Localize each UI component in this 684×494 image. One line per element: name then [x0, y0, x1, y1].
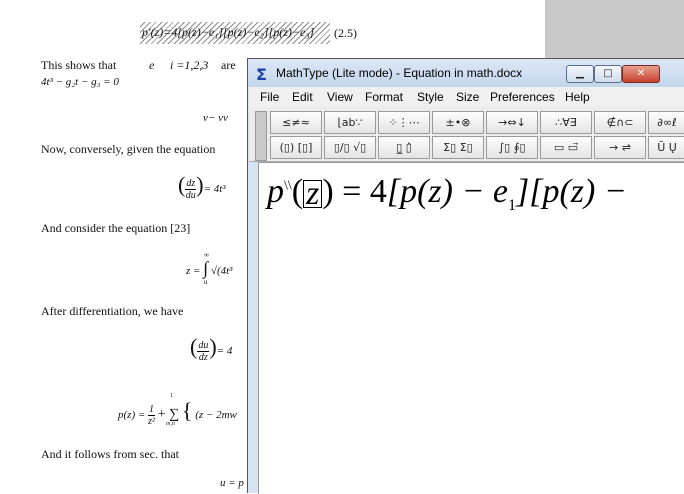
- summation-template-button[interactable]: Σ▯ Σ▯: [432, 136, 484, 159]
- fraction-denominator: dz: [198, 351, 208, 363]
- fraction-radical-template-button[interactable]: ▯/▯ √▯: [324, 136, 376, 159]
- menu-edit[interactable]: Edit: [292, 90, 313, 104]
- equation-pz-rest: (z − 2mw: [195, 409, 237, 421]
- integral-sign: ∫: [203, 258, 209, 278]
- maximize-button[interactable]: □: [594, 65, 622, 83]
- equation-number-2-5: (2.5): [334, 26, 357, 40]
- equation-rest: = 4: [216, 345, 233, 357]
- equation-v: v− vv: [203, 112, 228, 124]
- fences-template-button[interactable]: (▯) [▯]: [270, 136, 322, 159]
- paragraph-text: This shows that: [41, 58, 117, 72]
- index-range: i =1,2,3: [170, 58, 209, 72]
- equation-u: u = p: [220, 477, 244, 489]
- equation-rest: = 4t³: [203, 183, 226, 195]
- equation-2-5: p′(z)=4[p(z)−e₁][p(z)−e₂][p(z)−e₃]: [142, 25, 315, 39]
- menu-style[interactable]: Style: [417, 90, 444, 104]
- window-title: MathType (Lite mode) - Equation in math.…: [276, 66, 523, 80]
- summation-sign: + ∑: [157, 407, 180, 422]
- equation-pz-lhs: p(z) =: [118, 409, 146, 421]
- set-theory-palette-button[interactable]: ∉∩⊂: [594, 111, 646, 134]
- menu-bar: File Edit View Format Style Size Prefere…: [249, 87, 684, 107]
- symbol-palette-toolbar: ≤≠≈ ⌊ab∵ ⁘⋮⋯ ±•⊗ →⇔↓ ∴∀∃ ∉∩⊂ ∂∞ℓ (▯) [▯]…: [249, 107, 684, 162]
- equation-v-rest: − vv: [207, 112, 228, 124]
- relations-palette-button[interactable]: ≤≠≈: [270, 111, 322, 134]
- integral-template-button[interactable]: ∫▯ ∮▯: [486, 136, 538, 159]
- fraction-denominator: z²: [148, 415, 155, 427]
- labeled-arrow-template-button[interactable]: → ⇌: [594, 136, 646, 159]
- menu-file[interactable]: File: [260, 90, 279, 104]
- paragraph-text: are: [221, 58, 236, 72]
- arrows-palette-button[interactable]: →⇔↓: [486, 111, 538, 134]
- fraction-numerator: du: [197, 339, 210, 352]
- menu-format[interactable]: Format: [365, 90, 403, 104]
- subscript-superscript-template-button[interactable]: ▯̲ ▯̂: [378, 136, 430, 159]
- summation-lower: m,n: [166, 421, 175, 427]
- equation-p-z: p(z) = 1 z² + ∑ { (z − 2mw: [118, 398, 237, 427]
- integral-upper-limit: ∞: [204, 251, 209, 259]
- minimize-button[interactable]: ▁: [566, 65, 594, 83]
- eq-sub1: 1: [508, 196, 516, 214]
- paragraph-text: And consider the equation [23]: [41, 221, 191, 235]
- title-bar[interactable]: Σ MathType (Lite mode) - Equation in mat…: [248, 59, 684, 87]
- integral-radicand: √(4t³: [210, 265, 233, 277]
- equation-dz-du: (dz du)= 4t³: [178, 172, 226, 201]
- integral-lower-limit: u: [204, 278, 208, 286]
- paragraph-text: Now, conversely, given the equation: [41, 142, 216, 156]
- eq-p: p: [267, 173, 284, 210]
- menu-size[interactable]: Size: [456, 90, 479, 104]
- operators-palette-button[interactable]: ±•⊗: [432, 111, 484, 134]
- equation-display[interactable]: p\\(z) = 4[p(z) − e1][p(z) −: [267, 173, 627, 215]
- paragraph-text: After differentiation, we have: [41, 304, 184, 318]
- eq-equals-four: ) = 4: [322, 173, 387, 210]
- summation-upper: 1: [170, 393, 173, 399]
- equation-editor-area[interactable]: p\\(z) = 4[p(z) − e1][p(z) −: [258, 162, 684, 494]
- toolbar-grip[interactable]: [255, 111, 267, 161]
- fraction-numerator: dz: [185, 177, 197, 190]
- eq-term2: ][p(z) −: [516, 173, 627, 210]
- paragraph-text: And it follows from sec. that: [41, 447, 179, 461]
- equation-du-dz: (du dz)= 4: [190, 334, 233, 363]
- products-template-button[interactable]: Ū Ų: [648, 136, 684, 159]
- close-button[interactable]: ✕: [622, 65, 660, 83]
- menu-view[interactable]: View: [327, 90, 353, 104]
- bar-arrow-template-button[interactable]: ▭ ▭⃗: [540, 136, 592, 159]
- symbol-e: e: [149, 58, 155, 72]
- embellishments-palette-button[interactable]: ⁘⋮⋯: [378, 111, 430, 134]
- eq-prime: \\: [284, 178, 292, 194]
- fraction-numerator: 1: [148, 403, 156, 416]
- mathtype-window[interactable]: Σ MathType (Lite mode) - Equation in mat…: [247, 58, 684, 494]
- eq-insertion-slot[interactable]: z: [303, 177, 323, 211]
- menu-help[interactable]: Help: [565, 90, 590, 104]
- fraction-denominator: du: [185, 189, 196, 201]
- spaces-ellipses-palette-button[interactable]: ⌊ab∵: [324, 111, 376, 134]
- equation-z-integral: z = ∫ √(4t³: [186, 258, 232, 279]
- cubic-equation: 4t³ − g₂t − g₃ = 0: [41, 76, 119, 88]
- eq-term1: [p(z) − e: [386, 173, 508, 210]
- sigma-icon: Σ: [256, 65, 267, 84]
- calculus-symbols-palette-button[interactable]: ∂∞ℓ: [648, 111, 684, 134]
- menu-preferences[interactable]: Preferences: [490, 90, 555, 104]
- logic-palette-button[interactable]: ∴∀∃: [540, 111, 592, 134]
- equation-z-lhs: z =: [186, 265, 201, 277]
